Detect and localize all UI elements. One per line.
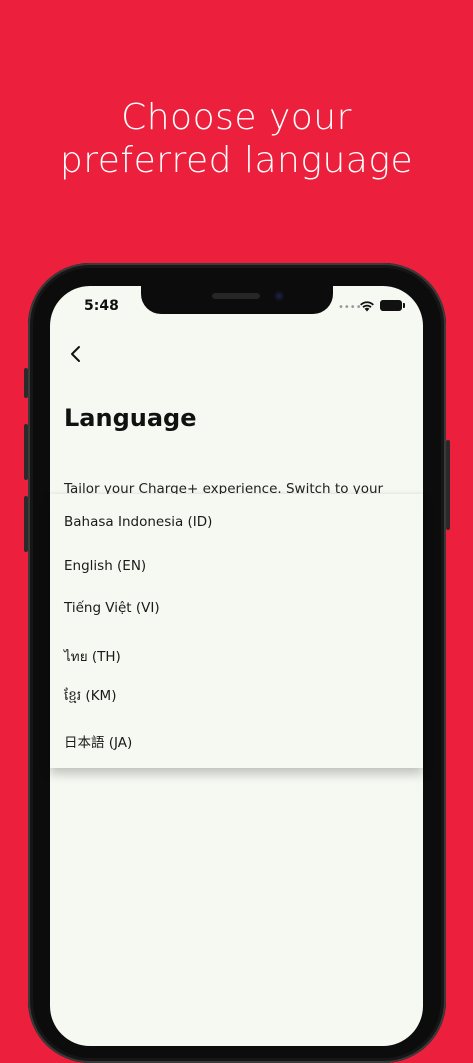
language-dropdown-menu: Bahasa Indonesia (ID) English (EN) Tiếng… bbox=[50, 494, 423, 768]
battery-icon bbox=[380, 300, 405, 311]
phone-camera bbox=[274, 291, 284, 301]
back-icon[interactable] bbox=[64, 342, 88, 366]
phone-speaker bbox=[212, 293, 260, 299]
status-time: 5:48 bbox=[84, 298, 119, 314]
promo-headline-line-1: Choose your bbox=[121, 97, 352, 138]
language-option-en[interactable]: English (EN) bbox=[64, 558, 146, 574]
wifi-icon bbox=[360, 301, 374, 312]
language-option-km[interactable]: ខ្មែរ (KM) bbox=[64, 687, 116, 707]
promo-headline-line-2: preferred language bbox=[59, 140, 414, 181]
promo-headline: Choose your preferred language bbox=[0, 96, 473, 182]
phone-power-button bbox=[446, 440, 450, 530]
language-option-vi[interactable]: Tiếng Việt (VI) bbox=[64, 600, 160, 616]
language-option-th[interactable]: ไทย (TH) bbox=[64, 645, 121, 667]
language-option-ja[interactable]: 日本語 (JA) bbox=[64, 731, 132, 751]
page-title: Language bbox=[64, 404, 197, 432]
language-option-id[interactable]: Bahasa Indonesia (ID) bbox=[64, 514, 212, 530]
phone-notch bbox=[141, 286, 333, 314]
